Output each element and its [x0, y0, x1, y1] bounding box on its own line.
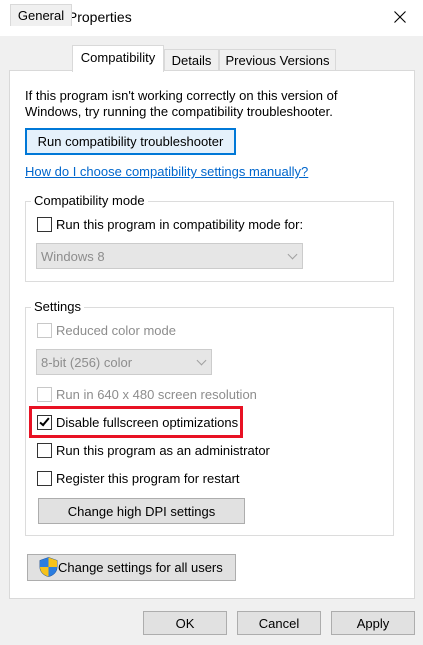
change-dpi-button[interactable]: Change high DPI settings	[38, 498, 245, 524]
compat-os-select[interactable]: Windows 8	[36, 243, 303, 269]
chevron-down-icon	[287, 249, 298, 260]
apply-button[interactable]: Apply	[331, 611, 415, 635]
color-mode-select-value: 8-bit (256) color	[41, 354, 133, 370]
res-640-label: Run in 640 x 480 screen resolution	[56, 387, 257, 402]
compat-os-select-value: Windows 8	[41, 248, 105, 264]
tab-general[interactable]: General	[10, 4, 72, 26]
tab-details[interactable]: Details	[164, 49, 219, 71]
ok-button[interactable]: OK	[143, 611, 227, 635]
change-all-users-button[interactable]: Change settings for all users	[27, 554, 236, 581]
run-troubleshooter-button[interactable]: Run compatibility troubleshooter	[25, 128, 236, 155]
run-as-admin-label: Run this program as an administrator	[56, 443, 270, 458]
reduced-color-row: Reduced color mode	[37, 323, 176, 338]
close-button[interactable]	[377, 0, 423, 34]
compat-mode-checkbox-row[interactable]: Run this program in compatibility mode f…	[37, 217, 303, 232]
res-640-row: Run in 640 x 480 screen resolution	[37, 387, 257, 402]
register-restart-row[interactable]: Register this program for restart	[37, 471, 240, 486]
reduced-color-checkbox	[37, 323, 52, 338]
tab-previous-versions[interactable]: Previous Versions	[219, 49, 336, 71]
res-640-checkbox	[37, 387, 52, 402]
compat-mode-group	[25, 201, 394, 282]
tab-compatibility[interactable]: Compatibility	[72, 45, 164, 72]
settings-group-label: Settings	[31, 299, 84, 314]
compat-mode-group-label: Compatibility mode	[31, 193, 148, 208]
color-mode-select: 8-bit (256) color	[36, 349, 212, 375]
manual-settings-link[interactable]: How do I choose compatibility settings m…	[25, 164, 308, 179]
reduced-color-label: Reduced color mode	[56, 323, 176, 338]
register-restart-label: Register this program for restart	[56, 471, 240, 486]
annotation-highlight-box	[29, 406, 243, 438]
chevron-down-icon	[196, 355, 207, 366]
compat-mode-checkbox-label: Run this program in compatibility mode f…	[56, 217, 304, 232]
cancel-button[interactable]: Cancel	[237, 611, 321, 635]
intro-text: If this program isn't working correctly …	[25, 88, 338, 119]
register-restart-checkbox[interactable]	[37, 471, 52, 486]
change-all-users-label: Change settings for all users	[58, 560, 223, 575]
close-icon	[394, 11, 406, 23]
run-as-admin-checkbox[interactable]	[37, 443, 52, 458]
run-as-admin-row[interactable]: Run this program as an administrator	[37, 443, 270, 458]
compat-mode-checkbox[interactable]	[37, 217, 52, 232]
shield-icon	[39, 557, 58, 577]
